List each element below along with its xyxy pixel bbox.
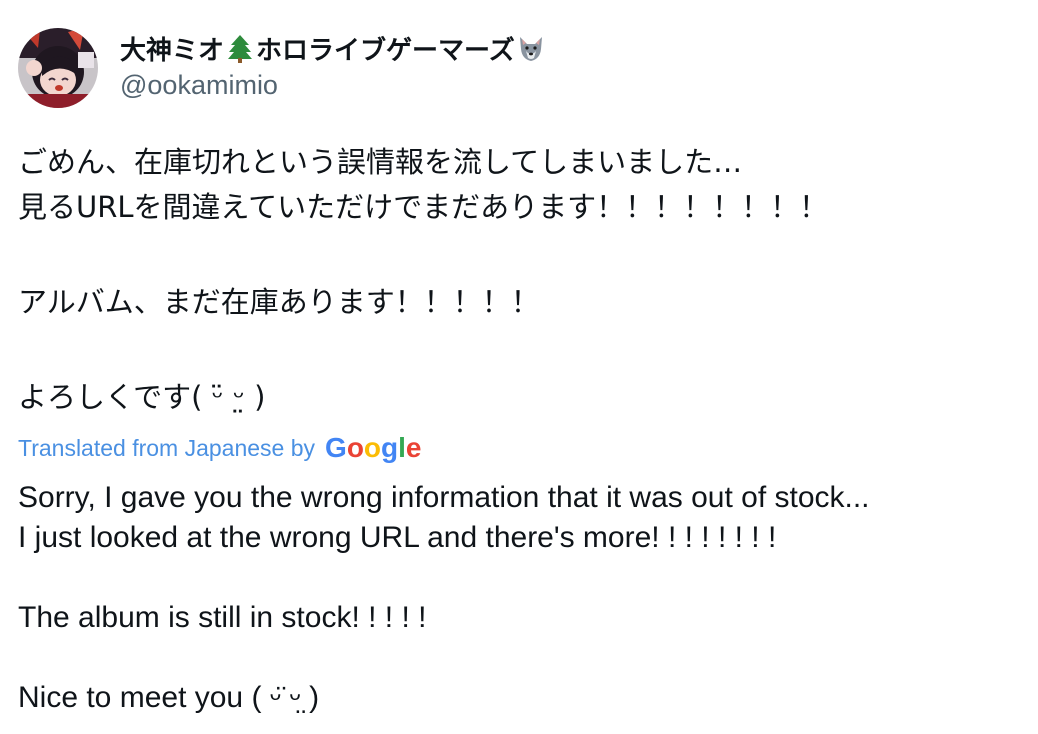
user-handle[interactable]: @ookamimio: [120, 70, 547, 101]
tweet-line-2: 見るURLを間違えていただけでまだあります！！！！！！！！: [18, 190, 829, 224]
translation-banner[interactable]: Translated from Japanese by Google: [18, 432, 422, 464]
tweet-header: 大神ミオ ホロライブゲーマーズ @ookamimio: [18, 28, 547, 112]
avatar-image: [18, 28, 98, 108]
tweet-text: ごめん、在庫切れという誤情報を流してしまいました… 見るURLを間違えていただけ…: [18, 140, 1018, 420]
translation-line-3: The album is still in stock! ! ! ! !: [18, 601, 427, 634]
user-names: 大神ミオ ホロライブゲーマーズ @ookamimio: [120, 28, 547, 101]
tree-emoji-icon: [225, 33, 255, 63]
display-name-part1[interactable]: 大神ミオ: [120, 30, 224, 67]
translation-line-4: Nice to meet you ( ᵕ̈ ᵕ̤ ): [18, 681, 320, 714]
tweet-card: 大神ミオ ホロライブゲーマーズ @ookamimio ごめん、在庫切れという誤情…: [0, 0, 1038, 734]
avatar[interactable]: [18, 28, 98, 108]
translation-line-1: Sorry, I gave you the wrong information …: [18, 481, 870, 514]
display-name-row[interactable]: 大神ミオ ホロライブゲーマーズ: [120, 28, 547, 68]
wolf-emoji-icon: [516, 33, 546, 63]
tweet-line-1: ごめん、在庫切れという誤情報を流してしまいました…: [18, 145, 743, 179]
tweet-line-4: よろしくです( ᵕ̈ ᵕ̤ ): [18, 380, 266, 414]
translation-line-2: I just looked at the wrong URL and there…: [18, 521, 777, 554]
translated-text: Sorry, I gave you the wrong information …: [18, 478, 1028, 718]
translated-label[interactable]: Translated from Japanese by: [18, 435, 315, 462]
display-name-part2[interactable]: ホロライブゲーマーズ: [256, 30, 515, 67]
google-logo: Google: [325, 432, 422, 463]
tweet-line-3: アルバム、まだ在庫あります！！！！！: [18, 285, 540, 319]
